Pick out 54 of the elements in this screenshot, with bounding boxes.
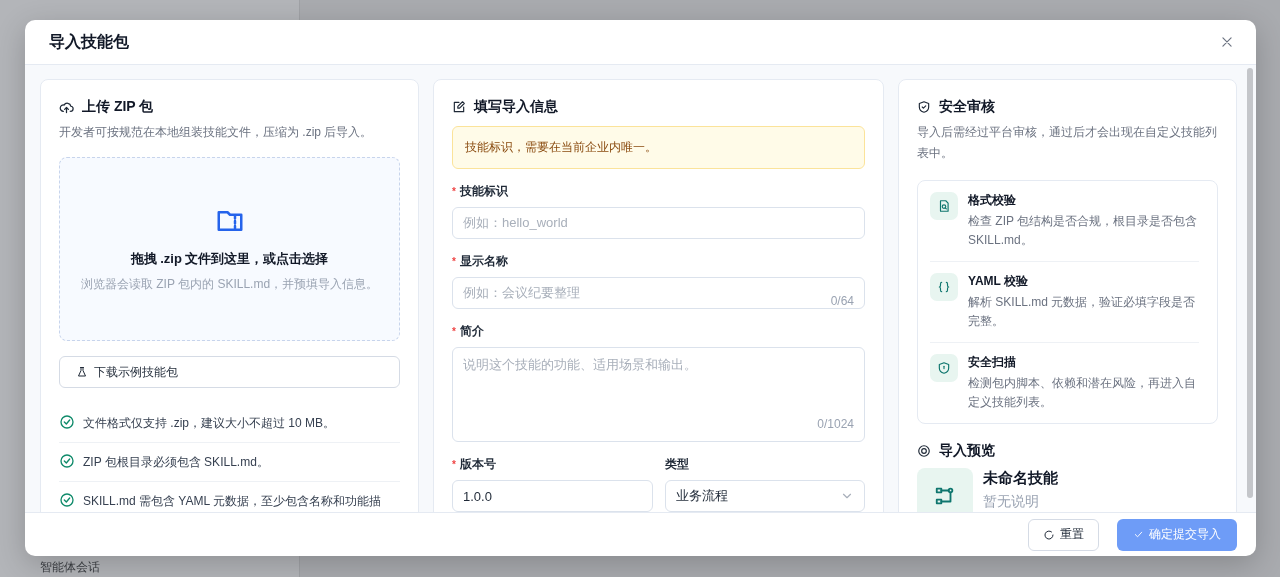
file-search-icon: [937, 199, 951, 213]
card-description: 开发者可按规范在本地组装技能文件，压缩为 .zip 后导入。: [59, 124, 374, 141]
card-title: 上传 ZIP 包: [82, 98, 154, 116]
scrollbar[interactable]: [1247, 68, 1253, 498]
shield-icon: [937, 361, 951, 375]
step-title: YAML 校验: [968, 273, 1029, 290]
dialog-title: 导入技能包: [49, 31, 129, 52]
required-mark: *: [452, 459, 456, 470]
preview-description: 暂无说明: [983, 492, 1040, 510]
braces-icon: [937, 280, 951, 294]
shield-check-icon: [917, 100, 931, 114]
check-circle-icon: [59, 453, 75, 469]
card-title: 安全审核: [939, 98, 995, 116]
step-description: 解析 SKILL.md 元数据，验证必填字段是否完整。: [968, 294, 1197, 330]
drop-zone[interactable]: 拖拽 .zip 文件到这里，或点击选择 浏览器会读取 ZIP 包内的 SKILL.md，并预填导入信息。: [59, 157, 400, 341]
field-label: * 简介: [452, 323, 485, 340]
required-mark: *: [452, 256, 456, 267]
rule-text: ZIP 包根目录必须包含 SKILL.md。: [83, 454, 269, 471]
eye-icon: [917, 444, 931, 458]
step-description: 检查 ZIP 包结构是否合规，根目录是否包含 SKILL.md。: [968, 213, 1199, 249]
check-icon: [1133, 529, 1144, 540]
required-mark: *: [452, 326, 456, 337]
sidebar-item[interactable]: 智能体会话: [40, 559, 100, 576]
flask-icon: [76, 366, 88, 378]
check-circle-icon: [59, 414, 75, 430]
rule-text: SKILL.md 需包含 YAML 元数据，至少包含名称和功能描: [83, 493, 382, 510]
workflow-icon: [934, 485, 956, 507]
download-sample-button[interactable]: 下载示例技能包: [59, 356, 400, 388]
refresh-icon: [1043, 528, 1055, 541]
step-title: 安全扫描: [968, 354, 1017, 371]
char-counter: 0/1024: [817, 417, 854, 431]
field-label: * 技能标识: [452, 183, 509, 200]
card-description: 导入后需经过平台审核，通过后才会出现在自定义技能列表中。: [917, 124, 1218, 162]
char-counter: 0/64: [830, 294, 854, 308]
rule-text: 文件格式仅支持 .zip，建议大小不超过 10 MB。: [83, 415, 336, 432]
step-title: 格式校验: [968, 192, 1017, 209]
select-field[interactable]: 业务流程: [664, 480, 865, 512]
drop-zone-title: 拖拽 .zip 文件到这里，或点击选择: [130, 249, 329, 268]
field-label: * 显示名称: [452, 253, 509, 270]
input-field[interactable]: 1.0.0: [452, 480, 653, 512]
edit-square-icon: [452, 100, 466, 114]
preview-name: 未命名技能: [983, 468, 1058, 488]
close-icon: [1220, 35, 1234, 49]
step-description: 检测包内脚本、依赖和潜在风险，再进入自定义技能列表。: [968, 375, 1197, 411]
check-circle-icon: [59, 492, 75, 508]
field-label: * 版本号: [452, 456, 497, 473]
required-mark: *: [452, 186, 456, 197]
drop-zone-hint: 浏览器会读取 ZIP 包内的 SKILL.md，并预填导入信息。: [80, 275, 379, 293]
card-title: 填写导入信息: [474, 98, 558, 116]
field-label: 类型: [664, 456, 690, 473]
close-button[interactable]: [1220, 35, 1234, 49]
reset-button[interactable]: 重置: [1028, 518, 1099, 551]
section-title: 导入预览: [939, 442, 995, 460]
notice-banner: 技能标识，需要在当前企业内唯一。: [452, 126, 865, 169]
